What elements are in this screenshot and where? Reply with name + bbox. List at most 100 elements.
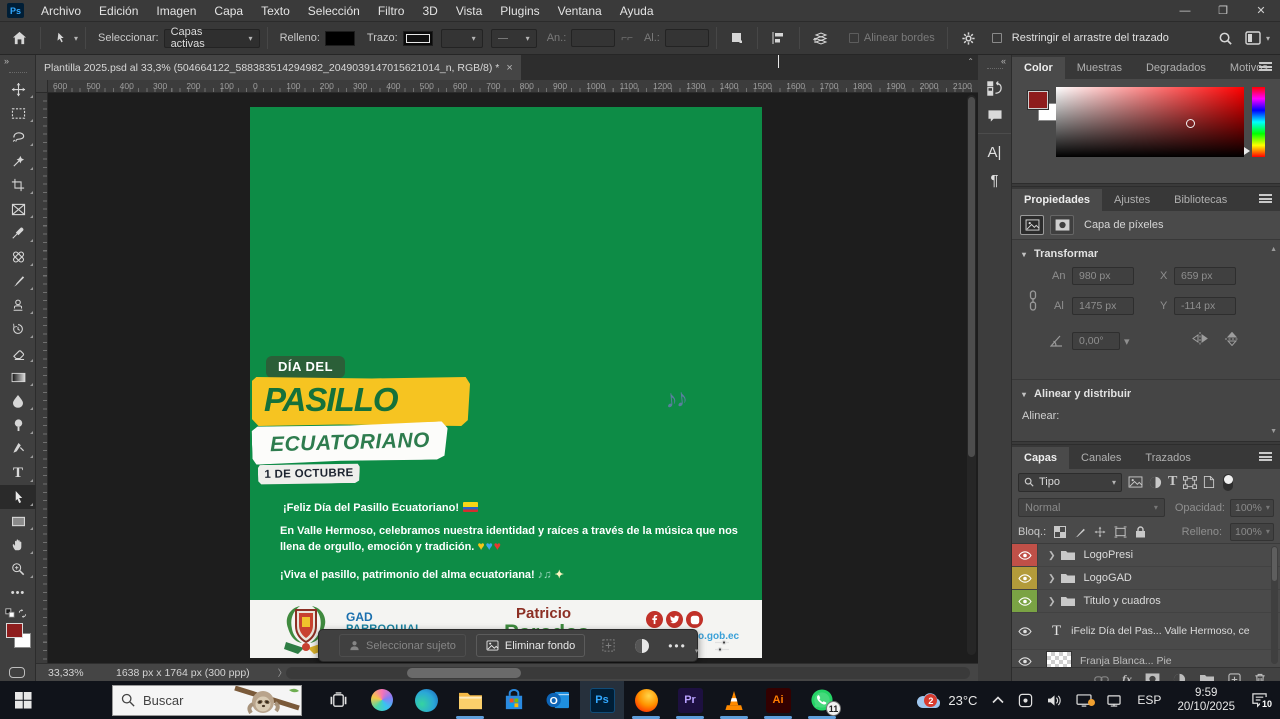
move-tool[interactable] xyxy=(0,77,36,101)
search-icon[interactable] xyxy=(1218,31,1233,46)
firefox-icon[interactable] xyxy=(624,681,668,719)
hue-slider[interactable] xyxy=(1252,87,1265,157)
expand-group-icon[interactable]: ❯ xyxy=(1048,550,1056,561)
horizontal-scrollbar-thumb[interactable] xyxy=(407,668,521,678)
workspace-icon[interactable] xyxy=(1245,31,1262,45)
eraser-tool[interactable] xyxy=(0,341,36,365)
marquee-tool[interactable] xyxy=(0,101,36,125)
menu-item[interactable]: Ayuda xyxy=(611,4,663,18)
visibility-eye-icon[interactable] xyxy=(1012,590,1038,612)
layer-row-logogad[interactable]: ❯ LogoGAD xyxy=(1012,567,1280,590)
clock[interactable]: 9:59 20/10/2025 xyxy=(1169,686,1243,714)
flip-horizontal-icon[interactable] xyxy=(1192,332,1208,346)
stroke-swatch[interactable] xyxy=(403,31,433,46)
mask-thumb-icon[interactable] xyxy=(1050,215,1074,235)
menu-item[interactable]: Selección xyxy=(299,4,369,18)
tab-ajustes[interactable]: Ajustes xyxy=(1102,189,1162,211)
visibility-eye-icon[interactable] xyxy=(1012,613,1038,649)
hand-tool[interactable] xyxy=(0,533,36,557)
tray-app-icon[interactable] xyxy=(1011,693,1040,708)
pen-tool[interactable] xyxy=(0,437,36,461)
comment-panel-icon[interactable] xyxy=(978,102,1011,130)
panel-menu-icon[interactable] xyxy=(1259,194,1272,203)
frame-tool[interactable] xyxy=(0,197,36,221)
visibility-eye-icon[interactable] xyxy=(1012,650,1038,667)
file-explorer-icon[interactable] xyxy=(448,681,492,719)
close-icon[interactable]: ✕ xyxy=(1242,0,1280,22)
start-button[interactable] xyxy=(0,681,46,719)
character-panel-icon[interactable]: A| xyxy=(978,138,1011,166)
filter-toggle[interactable] xyxy=(1223,474,1233,491)
lock-transparency-icon[interactable] xyxy=(1054,526,1066,538)
tab-propiedades[interactable]: Propiedades xyxy=(1012,189,1102,211)
menu-item[interactable]: Texto xyxy=(252,4,299,18)
filter-type-icon[interactable]: T xyxy=(1168,474,1177,490)
brush-tool[interactable] xyxy=(0,269,36,293)
more-options-icon[interactable]: ••• xyxy=(668,639,687,653)
illustrator-icon[interactable]: Ai xyxy=(756,681,800,719)
filter-adjustment-icon[interactable] xyxy=(1149,476,1162,489)
tab-trazados[interactable]: Trazados xyxy=(1133,447,1202,469)
menu-item[interactable]: Capa xyxy=(205,4,252,18)
layer-row-franja[interactable]: Franja Blanca... Pie xyxy=(1012,650,1280,667)
align-section-header[interactable]: ▾Alinear y distribuir xyxy=(1012,380,1280,406)
filter-shape-icon[interactable] xyxy=(1183,476,1197,489)
minimize-icon[interactable]: — xyxy=(1166,0,1204,22)
lock-all-icon[interactable] xyxy=(1135,526,1146,538)
menu-item[interactable]: Ventana xyxy=(549,4,611,18)
canvas-area[interactable]: DÍA DEL PASILLO ♪♪ ECUATORIANO 1 DE OCTU… xyxy=(36,93,978,663)
toolbar-expand-icon[interactable]: » xyxy=(0,55,35,69)
tab-degradados[interactable]: Degradados xyxy=(1134,57,1218,79)
scroll-up-icon[interactable]: ▲ xyxy=(1270,246,1277,253)
network-icon[interactable] xyxy=(1099,694,1129,707)
vertical-scrollbar[interactable] xyxy=(967,95,976,655)
tab-capas[interactable]: Capas xyxy=(1012,447,1069,469)
history-brush-tool[interactable] xyxy=(0,317,36,341)
fill-swatch[interactable] xyxy=(325,31,355,46)
paragraph-panel-icon[interactable]: ¶ xyxy=(978,166,1011,194)
menu-item[interactable]: Edición xyxy=(90,4,147,18)
zoom-tool[interactable] xyxy=(0,557,36,581)
toolbar-grip[interactable] xyxy=(0,69,35,77)
microsoft-store-icon[interactable] xyxy=(492,681,536,719)
menu-item[interactable]: Filtro xyxy=(369,4,414,18)
notification-center-icon[interactable]: 10 xyxy=(1243,692,1280,708)
flip-vertical-icon[interactable] xyxy=(1224,332,1240,346)
tab-bibliotecas[interactable]: Bibliotecas xyxy=(1162,189,1239,211)
dodge-tool[interactable] xyxy=(0,413,36,437)
remove-background-button[interactable]: Eliminar fondo xyxy=(476,634,585,657)
screen-share-icon[interactable] xyxy=(1069,694,1099,707)
link-dimensions-icon[interactable] xyxy=(1028,290,1038,312)
document-tab[interactable]: Plantilla 2025.psd al 33,3% (504664122_5… xyxy=(36,55,521,80)
horizontal-ruler[interactable]: 6005004003002001000100200300400500600700… xyxy=(36,80,978,93)
layer-row-logopresi[interactable]: ❯ LogoPresi xyxy=(1012,544,1280,567)
lasso-tool[interactable] xyxy=(0,125,36,149)
layer-row-titulo[interactable]: ❯ Titulo y cuadros xyxy=(1012,590,1280,613)
filter-smart-object-icon[interactable] xyxy=(1203,475,1215,489)
gear-icon[interactable] xyxy=(961,31,976,46)
expand-group-icon[interactable]: ❯ xyxy=(1048,596,1056,607)
weather-widget[interactable]: 2 23°C xyxy=(908,691,985,709)
lock-pixels-icon[interactable] xyxy=(1074,526,1086,538)
spot-healing-tool[interactable] xyxy=(0,245,36,269)
color-picker-ring[interactable] xyxy=(1186,119,1195,128)
transform-section-header[interactable]: ▾Transformar xyxy=(1012,240,1280,266)
vertical-ruler[interactable] xyxy=(36,93,48,663)
menu-item[interactable]: Plugins xyxy=(491,4,548,18)
swap-colors-icon[interactable] xyxy=(0,605,35,621)
saturation-brightness-field[interactable] xyxy=(1056,87,1244,157)
history-panel-icon[interactable] xyxy=(978,74,1011,102)
scroll-down-icon[interactable]: ▼ xyxy=(1270,428,1277,435)
type-tool[interactable]: T xyxy=(0,461,36,485)
workspace-dropdown-icon[interactable]: ▾ xyxy=(1266,34,1270,43)
language-indicator[interactable]: ESP xyxy=(1129,693,1169,707)
layer-row-text[interactable]: T iFeliz Día del Pas... Valle Hermoso, c… xyxy=(1012,613,1280,650)
ruler-collapse-icon[interactable]: ⌃ xyxy=(967,57,974,66)
lock-artboard-icon[interactable] xyxy=(1114,526,1127,538)
copilot-icon[interactable] xyxy=(360,681,404,719)
tab-canales[interactable]: Canales xyxy=(1069,447,1133,469)
expand-group-icon[interactable]: ❯ xyxy=(1048,573,1056,584)
move-tool-dropdown-icon[interactable]: ▾ xyxy=(74,34,78,43)
menu-item[interactable]: Vista xyxy=(447,4,491,18)
pixel-layer-thumb-icon[interactable] xyxy=(1020,215,1044,235)
